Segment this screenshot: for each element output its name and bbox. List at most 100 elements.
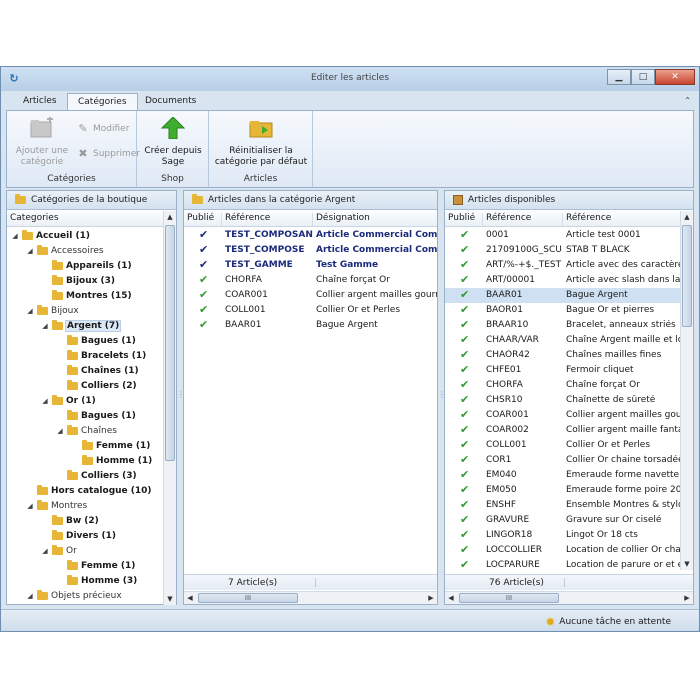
- published-check-icon[interactable]: ✔: [457, 304, 469, 315]
- tree-node[interactable]: ◢ Montres: [7, 498, 165, 513]
- table-row[interactable]: ✔ 21709100G_SCU STAB T BLACK: [445, 243, 680, 258]
- published-check-icon[interactable]: ✔: [196, 244, 208, 255]
- table-row[interactable]: ✔ CHSR10 Chaînette de sûreté: [445, 393, 680, 408]
- scroll-left-icon[interactable]: ◀: [184, 592, 196, 604]
- tree-node[interactable]: Femme (1): [7, 438, 165, 453]
- published-check-icon[interactable]: ✔: [457, 274, 469, 285]
- scroll-thumb[interactable]: [682, 225, 692, 327]
- delete-button[interactable]: ✖ Supprimer: [77, 148, 140, 160]
- reset-default-category-button[interactable]: Réinitialiser la catégorie par défaut: [213, 115, 309, 168]
- table-row[interactable]: ✔ CHORFA Chaîne forçat Or: [445, 378, 680, 393]
- table-row[interactable]: ✔ CHORFA Chaîne forçat Or: [184, 273, 437, 288]
- expand-arrow-icon[interactable]: ◢: [11, 232, 19, 240]
- published-check-icon[interactable]: ✔: [196, 259, 208, 270]
- column-reference[interactable]: Référence: [222, 213, 313, 226]
- minimize-button[interactable]: ▁: [607, 69, 631, 85]
- scroll-down-icon[interactable]: ▼: [164, 593, 176, 605]
- published-check-icon[interactable]: ✔: [457, 334, 469, 345]
- table-row[interactable]: ✔ BAAR01 Bague Argent: [445, 288, 680, 303]
- expand-arrow-icon[interactable]: ◢: [56, 427, 64, 435]
- scroll-thumb[interactable]: [165, 225, 175, 461]
- table-row[interactable]: ✔ BRAAR10 Bracelet, anneaux striés: [445, 318, 680, 333]
- table-row[interactable]: ✔ COLL001 Collier Or et Perles: [445, 438, 680, 453]
- published-check-icon[interactable]: ✔: [457, 454, 469, 465]
- published-check-icon[interactable]: ✔: [196, 274, 208, 285]
- expand-arrow-icon[interactable]: ◢: [41, 322, 49, 330]
- tree-node[interactable]: Colliers (3): [7, 468, 165, 483]
- right-vertical-scrollbar[interactable]: ▲ ▼: [680, 211, 693, 570]
- published-check-icon[interactable]: ✔: [457, 514, 469, 525]
- table-row[interactable]: ✔ COLL001 Collier Or et Perles: [184, 303, 437, 318]
- scroll-up-icon[interactable]: ▲: [164, 211, 176, 223]
- tree-node[interactable]: Bijoux (3): [7, 273, 165, 288]
- title-bar[interactable]: ↻ Editer les articles ▁ □ ✕: [1, 67, 699, 91]
- tree-node[interactable]: Femme (1): [7, 558, 165, 573]
- tree-node[interactable]: Hors catalogue (10): [7, 483, 165, 498]
- column-published[interactable]: Publié: [184, 213, 222, 226]
- published-check-icon[interactable]: ✔: [457, 499, 469, 510]
- tree-node[interactable]: Colliers (2): [7, 378, 165, 393]
- table-row[interactable]: ✔ CHAAR/VAR Chaîne Argent maille et longue…: [445, 333, 681, 348]
- expand-arrow-icon[interactable]: ◢: [26, 592, 34, 600]
- scroll-left-icon[interactable]: ◀: [445, 592, 457, 604]
- modify-button[interactable]: ✎ Modifier: [77, 123, 129, 135]
- scroll-thumb[interactable]: III: [198, 593, 298, 603]
- published-check-icon[interactable]: ✔: [457, 319, 469, 330]
- table-row[interactable]: ✔ LINGOR18 Lingot Or 18 cts: [445, 528, 680, 543]
- expand-arrow-icon[interactable]: ◢: [41, 547, 49, 555]
- tree-node[interactable]: Homme (3): [7, 573, 165, 588]
- right-horizontal-scrollbar[interactable]: ◀ III ▶: [445, 591, 693, 604]
- tree-node[interactable]: Appareils (1): [7, 258, 165, 273]
- table-row[interactable]: ✔ BAOR01 Bague Or et pierres: [445, 303, 680, 318]
- table-row[interactable]: ✔ 0001 Article test 0001: [445, 228, 680, 243]
- table-row[interactable]: ✔ BAAR01 Bague Argent: [184, 318, 437, 333]
- column-designation[interactable]: Référence: [563, 213, 681, 226]
- tree-node[interactable]: Bagues (1): [7, 333, 165, 348]
- table-row[interactable]: ✔ EM050 Emeraude forme poire 20/10: [445, 483, 681, 498]
- table-row[interactable]: ✔ COAR001 Collier argent mailles gourmette: [184, 288, 437, 303]
- published-check-icon[interactable]: ✔: [457, 259, 469, 270]
- published-check-icon[interactable]: ✔: [196, 229, 208, 240]
- tree-vertical-scrollbar[interactable]: ▲ ▼: [163, 211, 176, 605]
- scroll-down-icon[interactable]: ▼: [681, 558, 693, 570]
- table-row[interactable]: ✔ GRAVURE Gravure sur Or ciselé: [445, 513, 680, 528]
- tree-node[interactable]: ◢ Objets précieux: [7, 588, 165, 603]
- table-row[interactable]: ✔ COR1 Collier Or chaine torsadée: [445, 453, 681, 468]
- expand-arrow-icon[interactable]: ◢: [26, 307, 34, 315]
- tree-node[interactable]: ◢ Bijoux: [7, 303, 165, 318]
- tree-node[interactable]: ◢ Accessoires: [7, 243, 165, 258]
- maximize-button[interactable]: □: [631, 69, 655, 85]
- published-check-icon[interactable]: ✔: [196, 304, 208, 315]
- table-row[interactable]: ✔ ENSHF Ensemble Montres & stylos pour: [445, 498, 681, 513]
- published-check-icon[interactable]: ✔: [457, 439, 469, 450]
- column-designation[interactable]: Désignation: [313, 213, 437, 226]
- published-check-icon[interactable]: ✔: [457, 349, 469, 360]
- expand-arrow-icon[interactable]: ◢: [41, 397, 49, 405]
- scroll-right-icon[interactable]: ▶: [681, 592, 693, 604]
- published-check-icon[interactable]: ✔: [457, 484, 469, 495]
- tree-node[interactable]: ◢ Accueil (1): [7, 228, 165, 243]
- table-row[interactable]: ✔ LOCPARURE Location de parure or et émera…: [445, 558, 681, 573]
- tree-node[interactable]: Bw (2): [7, 513, 165, 528]
- tree-node[interactable]: Bracelets (1): [7, 348, 165, 363]
- table-row[interactable]: ✔ COAR001 Collier argent mailles gourmette: [445, 408, 681, 423]
- published-check-icon[interactable]: ✔: [457, 379, 469, 390]
- table-row[interactable]: ✔ EM040 Emeraude forme navette: [445, 468, 680, 483]
- published-check-icon[interactable]: ✔: [457, 469, 469, 480]
- column-published[interactable]: Publié: [445, 213, 483, 226]
- tree-node[interactable]: Divers (1): [7, 528, 165, 543]
- published-check-icon[interactable]: ✔: [457, 244, 469, 255]
- ribbon-collapse-icon[interactable]: ⌃: [684, 96, 691, 105]
- published-check-icon[interactable]: ✔: [457, 424, 469, 435]
- tab-articles[interactable]: Articles: [13, 93, 67, 110]
- table-row[interactable]: ✔ ART/%-+$._TEST Article avec des caractèr…: [445, 258, 681, 273]
- tree-node[interactable]: ◢ Chaînes: [7, 423, 165, 438]
- table-row[interactable]: ✔ TEST_COMPOSANTArticle Commercial Compos…: [184, 228, 437, 243]
- published-check-icon[interactable]: ✔: [457, 394, 469, 405]
- tree-node[interactable]: Chaînes (1): [7, 363, 165, 378]
- close-button[interactable]: ✕: [655, 69, 695, 85]
- tree-node[interactable]: ◢ Or: [7, 543, 165, 558]
- table-row[interactable]: ✔ TEST_COMPOSE Article Commercial Composé: [184, 243, 437, 258]
- published-check-icon[interactable]: ✔: [196, 289, 208, 300]
- table-row[interactable]: ✔ CHFE01 Fermoir cliquet: [445, 363, 680, 378]
